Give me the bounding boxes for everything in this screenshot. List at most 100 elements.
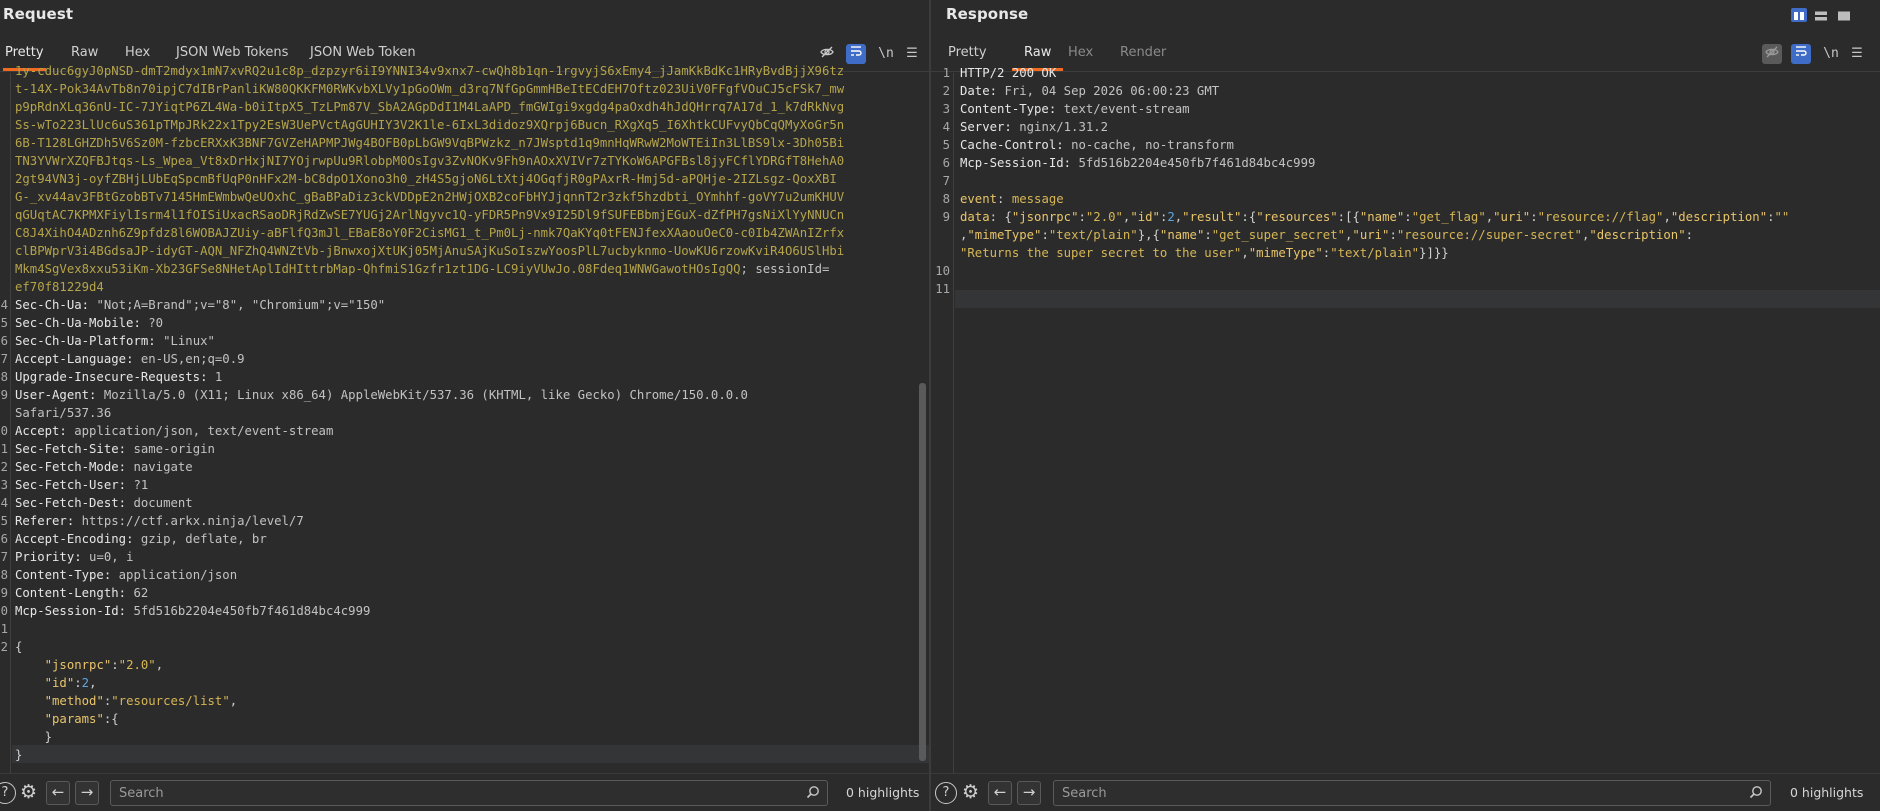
response-search-box[interactable] <box>1053 780 1771 806</box>
json-punct: { <box>1004 210 1012 224</box>
line-number: 0 <box>0 424 8 438</box>
split-vertical-icon[interactable] <box>1791 8 1807 22</box>
json-colon: : <box>1041 228 1049 242</box>
line-number: 7 <box>0 352 8 366</box>
header-value: navigate <box>133 460 193 474</box>
response-code[interactable]: HTTP/2 200 OK Date: Fri, 04 Sep 2026 06:0… <box>960 64 1880 773</box>
header-value: 5fd516b2204e450fb7f461d84bc4c999 <box>1078 156 1316 170</box>
single-pane-icon[interactable] <box>1836 8 1852 22</box>
cookie-token-text: 6B-T128LGHZDh5V6Sz0M-fzbcERXxK3BNF7GVZeH… <box>15 136 845 150</box>
code-line: 6B-T128LGHZDh5V6Sz0M-fzbcERXxK3BNF7GVZeH… <box>15 134 929 152</box>
line-number <box>0 692 8 710</box>
request-search-box[interactable] <box>110 780 828 806</box>
hamburger-menu-icon[interactable]: ☰ <box>1847 44 1867 64</box>
json-string: "" <box>1774 210 1790 224</box>
code-line: User-Agent: Mozilla/5.0 (X11; Linux x86_… <box>15 386 929 404</box>
settings-gear-icon[interactable]: ⚙ <box>962 781 979 803</box>
json-key: "jsonrpc" <box>1011 210 1079 224</box>
line-number <box>0 746 8 764</box>
request-scrollbar[interactable] <box>919 383 926 761</box>
line-number <box>0 260 8 278</box>
line-number: 6 <box>942 156 950 170</box>
sse-event-value: message <box>1011 192 1064 206</box>
forward-arrow-icon[interactable]: → <box>75 781 99 805</box>
line-number: 8 <box>0 568 8 582</box>
code-line: Sec-Fetch-Site: same-origin <box>15 440 929 458</box>
eye-off-icon[interactable] <box>1762 44 1782 64</box>
request-editor[interactable]: 4 5 6 7 8 9 0 1 2 3 4 5 6 7 8 9 0 1 2 1y-cduc6gyJ0pNSD-dmT… <box>0 64 929 773</box>
line-number: 9 <box>942 210 950 224</box>
cookie-token-text: Mkm4SgVex8xxu53iKm-Xb23GFSe8NHetAplIdHIt… <box>15 262 741 276</box>
header-name: Content-Type <box>960 102 1049 116</box>
line-number: 4 <box>942 120 950 134</box>
cookie-token-text: G-_xv44av3FBtGzobBTv7145HmEWmbwQeUOxhC_g… <box>15 190 845 204</box>
code-line: ,"mimeType":"text/plain"},{"name":"get_s… <box>960 226 1880 244</box>
request-code[interactable]: 1y-cduc6gyJ0pNSD-dmT2mdyx1mN7xvRQ2u1c8p_… <box>15 62 929 773</box>
header-value: Mozilla/5.0 (X11; Linux x86_64) AppleWeb… <box>103 388 748 402</box>
search-icon[interactable] <box>1749 785 1763 803</box>
newline-toggle[interactable]: \n <box>876 44 896 64</box>
json-key: "uri" <box>1493 210 1531 224</box>
wrap-lines-icon[interactable] <box>846 44 866 64</box>
line-number: 3 <box>942 102 950 116</box>
response-search-input[interactable] <box>1062 786 1692 801</box>
json-key: "resources" <box>1256 210 1338 224</box>
wrap-lines-icon[interactable] <box>1791 44 1811 64</box>
search-icon[interactable] <box>806 785 820 803</box>
json-brace: { <box>15 640 23 654</box>
json-colon: : <box>1241 210 1249 224</box>
help-icon[interactable]: ? <box>0 782 16 804</box>
code-line: Sec-Ch-Ua-Platform: "Linux" <box>15 332 929 350</box>
json-key: "mimeType" <box>1248 246 1323 260</box>
json-value: 2 <box>81 676 90 690</box>
response-pane: Response Pretty Raw Hex Render \n ☰ 1234… <box>931 0 1880 811</box>
line-number: 6 <box>0 334 8 348</box>
code-line: C8J4XihO4ADznh6Z9pfdz8l6WOBAJZUiy-aBFlfQ… <box>15 224 929 242</box>
code-line: t-14X-Pok34AvTb8n70ipjC7dIBrPanliKW80QKK… <box>15 80 929 98</box>
json-string: "2.0" <box>1085 210 1123 224</box>
eye-off-icon[interactable] <box>817 44 837 64</box>
line-number: 8 <box>0 370 8 384</box>
line-number <box>0 188 8 206</box>
header-value: application/json <box>118 568 238 582</box>
code-line: { <box>15 638 929 656</box>
header-colon: : <box>89 388 104 402</box>
json-string: "text/plain" <box>1330 246 1420 260</box>
json-colon: : <box>1685 228 1694 242</box>
header-colon: : <box>133 316 149 330</box>
json-colon: : <box>1389 228 1397 242</box>
line-number: 8 <box>942 192 950 206</box>
header-value: no-cache, no-transform <box>1071 138 1234 152</box>
header-value: application/json, text/event-stream <box>74 424 334 438</box>
code-line: Referer: https://ctf.arkx.ninja/level/7 <box>15 512 929 530</box>
forward-arrow-icon[interactable]: → <box>1017 781 1041 805</box>
json-punct: } <box>1137 228 1146 242</box>
request-highlights-count: 0 highlights <box>846 785 920 800</box>
help-icon[interactable]: ? <box>935 782 957 804</box>
header-colon: : <box>200 370 215 384</box>
response-editor[interactable]: 1 2 3 4 5 6 7 8 9 10 11 HTTP/2 200 OK Date: Fri, 04… <box>931 66 1880 773</box>
sse-colon: : <box>997 192 1012 206</box>
line-number: 2 <box>942 84 950 98</box>
request-bottom-bar: ? ⚙ ← → 0 highlights <box>0 773 929 811</box>
newline-toggle[interactable]: \n <box>1821 44 1841 64</box>
settings-gear-icon[interactable]: ⚙ <box>20 781 37 803</box>
header-name: Content-Length <box>15 586 119 600</box>
code-line: } <box>15 728 929 746</box>
back-arrow-icon[interactable]: ← <box>46 781 70 805</box>
hamburger-menu-icon[interactable]: ☰ <box>902 44 922 64</box>
code-line: Sec-Ch-Ua-Mobile: ?0 <box>15 314 929 332</box>
code-line: Server: nginx/1.31.2 <box>960 118 1880 136</box>
split-horizontal-icon[interactable] <box>1813 8 1829 22</box>
line-number: 11 <box>935 282 950 296</box>
code-line: 1y-cduc6gyJ0pNSD-dmT2mdyx1mN7xvRQ2u1c8p_… <box>15 62 929 80</box>
back-arrow-icon[interactable]: ← <box>988 781 1012 805</box>
json-key: "uri" <box>1352 228 1390 242</box>
line-number <box>0 152 8 170</box>
header-value: Fri, 04 Sep 2026 06:00:23 GMT <box>1004 84 1220 98</box>
request-search-input[interactable] <box>119 786 749 801</box>
